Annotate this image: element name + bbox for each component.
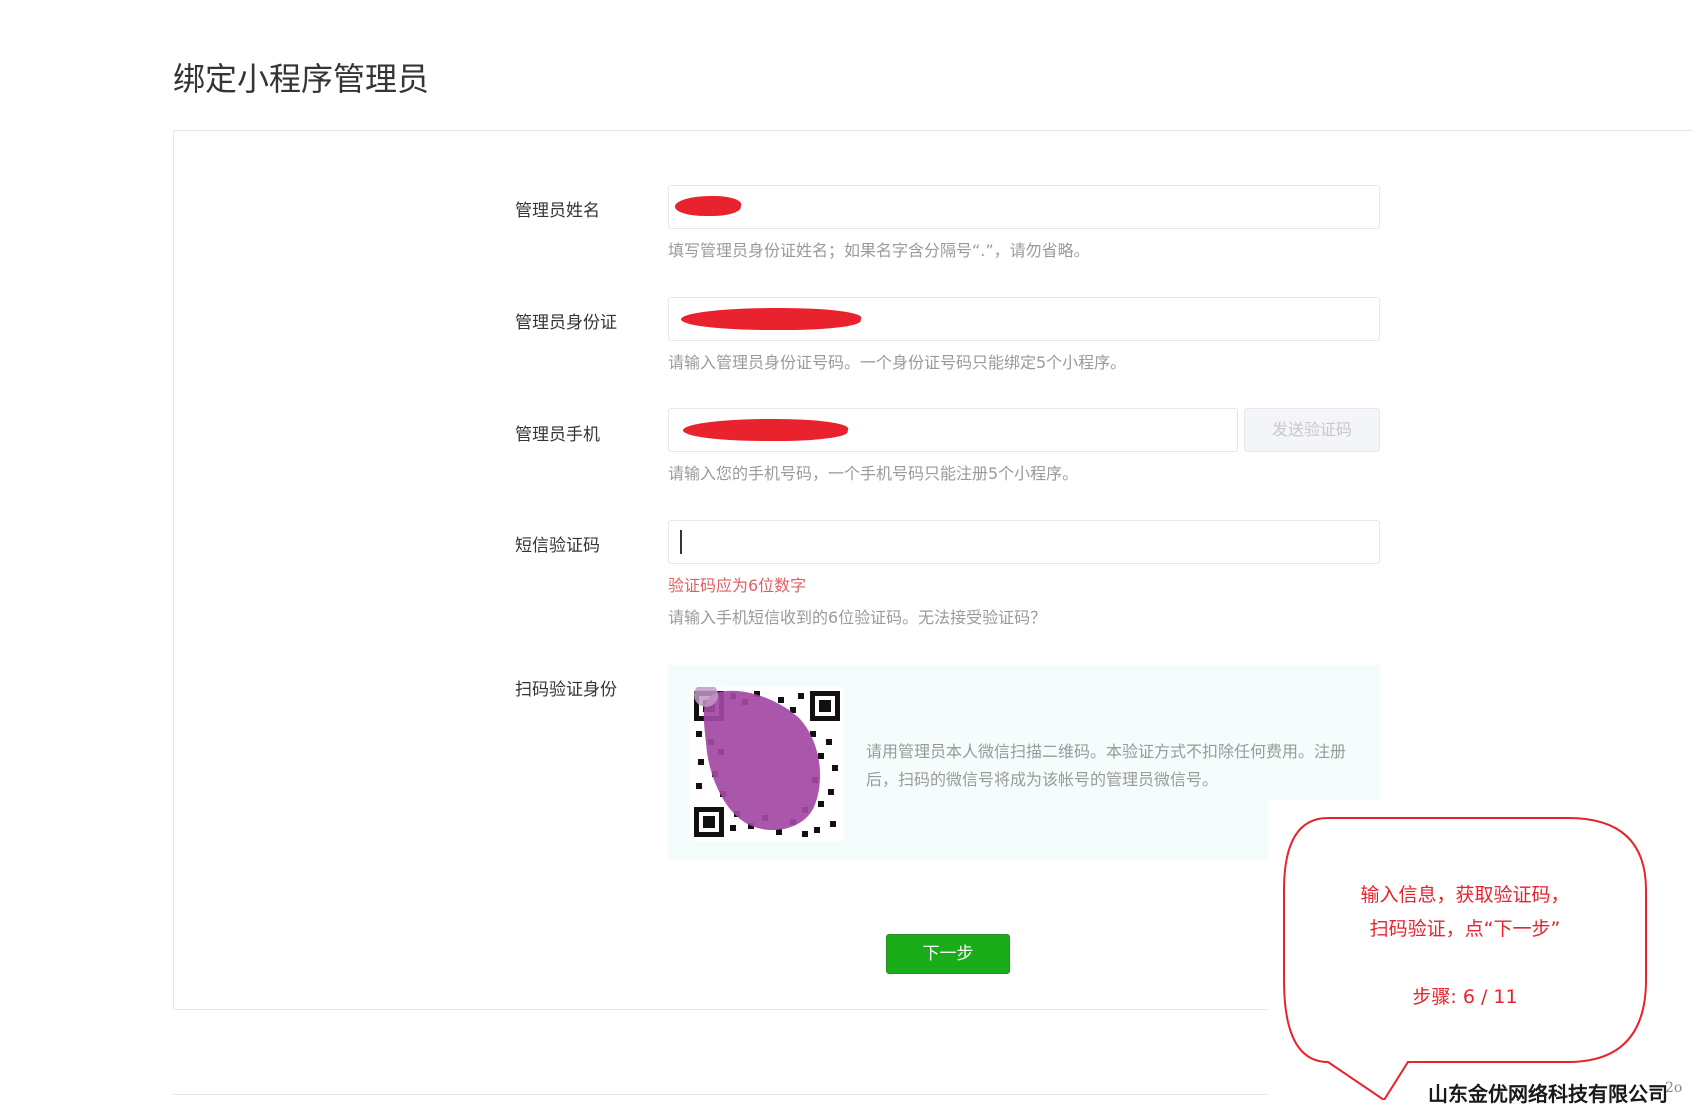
admin-name-label: 管理员姓名	[515, 201, 600, 221]
name-redaction-mark	[672, 196, 744, 216]
sms-code-hint: 请输入手机短信收到的6位验证码。无法接受验证码？	[668, 608, 1047, 627]
sms-code-input[interactable]	[668, 520, 1380, 564]
bottom-divider	[173, 1094, 1268, 1095]
text-cursor	[680, 530, 682, 554]
qr-code[interactable]	[690, 683, 844, 841]
admin-id-card-label: 管理员身份证	[515, 313, 617, 333]
tutorial-bubble-area	[1268, 800, 1693, 1100]
watermark-tail: 2o	[1665, 1080, 1683, 1096]
phone-redaction-mark	[680, 419, 851, 441]
sms-code-label: 短信验证码	[515, 536, 600, 556]
id-card-redaction-mark	[678, 308, 864, 330]
send-code-button[interactable]: 发送验证码	[1244, 408, 1380, 452]
bubble-step-indicator: 步骤: 6 / 11	[1412, 986, 1518, 1008]
admin-phone-hint: 请输入您的手机号码，一个手机号码只能注册5个小程序。	[668, 464, 1079, 483]
admin-name-hint: 填写管理员身份证姓名；如果名字含分隔号“.”，请勿省略。	[668, 241, 1090, 260]
next-step-button[interactable]: 下一步	[886, 934, 1010, 974]
qr-verify-description: 请用管理员本人微信扫描二维码。本验证方式不扣除任何费用。注册后，扫码的微信号将成…	[866, 742, 1347, 789]
admin-phone-input[interactable]	[668, 408, 1238, 452]
speech-bubble-shape	[1283, 817, 1647, 1100]
page-title: 绑定小程序管理员	[173, 60, 430, 98]
admin-phone-label: 管理员手机	[515, 425, 600, 445]
scan-verify-label: 扫码验证身份	[515, 680, 617, 700]
bubble-instruction-line-2: 扫码验证，点“下一步”	[1369, 918, 1561, 940]
admin-id-card-input[interactable]	[668, 297, 1380, 341]
bubble-instruction-line-1: 输入信息，获取验证码，	[1360, 884, 1570, 906]
qr-code-image	[690, 683, 844, 841]
sms-code-error: 验证码应为6位数字	[668, 576, 807, 595]
admin-name-input[interactable]	[668, 185, 1380, 229]
company-watermark: 山东金优网络科技有限公司	[1428, 1082, 1668, 1106]
admin-id-card-hint: 请输入管理员身份证号码。一个身份证号码只能绑定5个小程序。	[668, 353, 1127, 372]
